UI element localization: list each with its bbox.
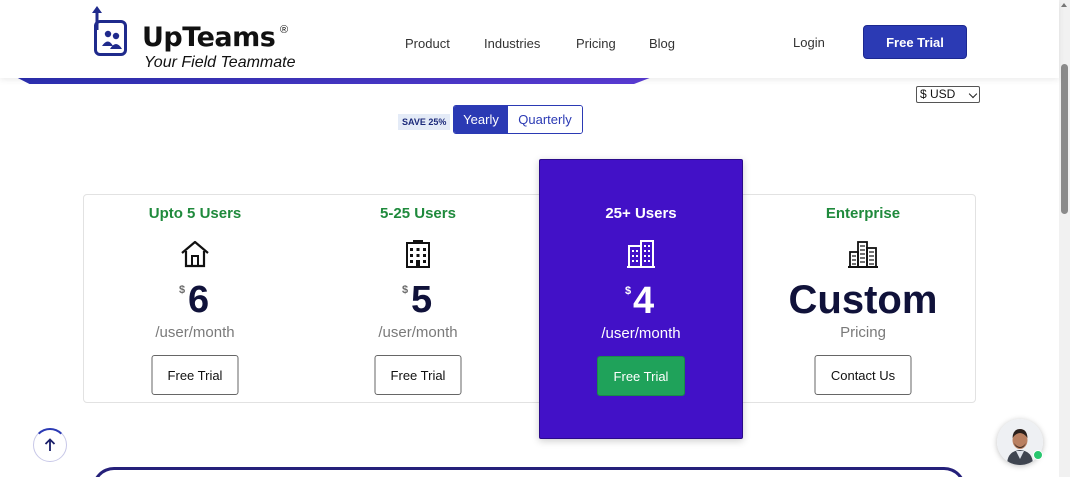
free-trial-button[interactable]: Free Trial [597, 356, 685, 396]
skyscrapers-icon [848, 241, 878, 268]
online-status-dot [1033, 450, 1043, 460]
next-section-card [92, 467, 966, 477]
price-value: Custom [788, 278, 938, 322]
save-badge: SAVE 25% [398, 114, 451, 130]
free-trial-button[interactable]: Free Trial [151, 355, 239, 395]
scroll-up-arrow-icon[interactable] [1061, 3, 1067, 7]
plan-card-5-25-users: 5-25 Users $ 5 /user/month Free Trial [308, 194, 528, 434]
office-building-icon [406, 240, 430, 268]
nav-pricing[interactable]: Pricing [576, 36, 616, 51]
house-icon [181, 240, 209, 268]
nav-product[interactable]: Product [405, 36, 450, 51]
scroll-progress-ring [33, 428, 67, 462]
site-header: UpTeams ® Your Field Teammate Product In… [0, 0, 1059, 78]
nav-blog[interactable]: Blog [649, 36, 675, 51]
chevron-down-icon [968, 89, 978, 99]
city-buildings-icon [627, 240, 655, 268]
free-trial-button[interactable]: Free Trial [374, 355, 462, 395]
upteams-logo[interactable]: UpTeams ® Your Field Teammate [92, 6, 302, 74]
toggle-quarterly[interactable]: Quarterly [508, 106, 582, 133]
price-unit: /user/month [601, 325, 681, 342]
header-free-trial-button[interactable]: Free Trial [863, 25, 967, 59]
brand-tagline: Your Field Teammate [144, 54, 296, 71]
billing-period-toggle: Yearly Quarterly [453, 105, 583, 134]
plan-price: $ 5 [308, 276, 528, 324]
price-value: 4 [633, 280, 655, 322]
currency-symbol: $ [402, 284, 409, 296]
scrollbar-thumb[interactable] [1061, 64, 1068, 214]
currency-value: $ USD [920, 87, 956, 101]
price-value: 5 [411, 279, 433, 321]
plan-title: 5-25 Users [380, 205, 456, 222]
registered-mark: ® [280, 24, 289, 36]
plan-card-enterprise: Enterprise Custom Pricing Contact Us [753, 194, 973, 434]
plan-price: $ 6 [85, 276, 305, 324]
plan-price: $ 4 [540, 277, 742, 325]
price-value: 6 [188, 279, 210, 321]
nav-industries[interactable]: Industries [484, 36, 540, 51]
team-people-icon [102, 30, 122, 49]
price-unit: /user/month [378, 324, 458, 341]
plan-card-25-plus-users: 25+ Users $ 4 /user/month Free Trial [539, 159, 743, 439]
contact-us-button[interactable]: Contact Us [814, 355, 912, 395]
plan-card-upto-5-users: Upto 5 Users $ 6 /user/month Free Trial [85, 194, 305, 434]
plan-title: Upto 5 Users [148, 205, 242, 222]
plan-title: 25+ Users [605, 205, 677, 222]
currency-symbol: $ [179, 284, 186, 296]
currency-select[interactable]: $ USD [916, 86, 980, 103]
brand-name: UpTeams [142, 22, 276, 53]
price-unit: /user/month [155, 324, 235, 341]
toggle-yearly[interactable]: Yearly [454, 106, 508, 133]
currency-symbol: $ [625, 285, 632, 297]
price-unit: Pricing [840, 324, 886, 341]
plan-title: Enterprise [825, 205, 901, 222]
back-to-top-button[interactable] [33, 428, 67, 462]
login-link[interactable]: Login [793, 35, 825, 50]
